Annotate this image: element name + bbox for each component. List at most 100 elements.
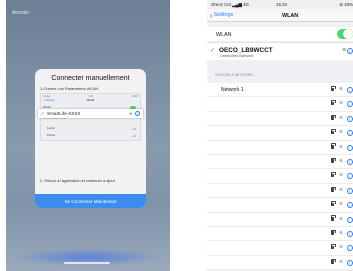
- battery-percent: 43%: [344, 2, 353, 7]
- network-row[interactable]: ≋ i: [207, 141, 353, 155]
- screenshot-canvas: Annuler Connecter manuellement 1.Ouvrez …: [0, 0, 353, 271]
- wlan-toggle-row: WLAN: [207, 27, 353, 41]
- network-name: Network 1: [221, 87, 244, 93]
- lock-icon: [331, 100, 336, 106]
- preview-time: 9:41: [88, 95, 94, 98]
- status-carrier: Orenz Cel ▂▄▆ 4G: [211, 2, 249, 8]
- lock-icon: [331, 186, 336, 192]
- wifi-icon: ≋: [339, 172, 343, 178]
- signal-icon: ▂▄▆: [232, 2, 242, 7]
- wlan-toggle[interactable]: [337, 29, 353, 39]
- instruction-step-1: 1.Ouvrez Les Paramètres WLAN: [40, 86, 99, 91]
- left-phone-screen: Annuler Connecter manuellement 1.Ouvrez …: [6, 0, 170, 271]
- highlighted-network-name: SmartLife-XXXX: [47, 111, 81, 116]
- network-list: Network 1 ≋ i ≋ i ≋ i ≋ i ≋ i ≋ i ≋ i ≋ i ≋ i ≋ i ≋ i ≋ i ≋ i: [207, 83, 353, 271]
- wifi-icon: ≋: [339, 129, 343, 135]
- lock-icon: [331, 215, 336, 221]
- network-row[interactable]: ≋ i: [207, 184, 353, 199]
- highlighted-network-row: ✓ SmartLife-XXXX ≋ i: [38, 109, 143, 118]
- preview-status-bar: Carrier 9:41 100%: [43, 95, 138, 98]
- toggle-knob: [343, 29, 353, 39]
- info-icon[interactable]: i: [347, 202, 353, 209]
- back-label: Settings: [213, 12, 234, 18]
- wifi-icon: ≋: [339, 215, 343, 221]
- status-bar: Orenz Cel ▂▄▆ 4G 15:34 ⊚ 43%: [207, 0, 353, 8]
- wifi-icon: ≋: [341, 48, 346, 53]
- wifi-icon: ≋: [339, 201, 343, 207]
- back-to-settings-button[interactable]: ‹ Settings: [210, 10, 234, 20]
- wifi-icon: ≋: [339, 114, 343, 120]
- preview-title: WLAN: [86, 99, 95, 102]
- wifi-icon: ≋: [339, 86, 343, 91]
- info-icon[interactable]: i: [347, 230, 353, 237]
- info-icon[interactable]: i: [347, 130, 353, 137]
- wifi-icon: ≋: [339, 229, 343, 235]
- carrier-name: Orenz Cel: [211, 2, 231, 7]
- network-type: 4G: [243, 2, 249, 7]
- preview-choose-header: CHOOSE A NETWORK...: [43, 118, 68, 120]
- instruction-step-2: 2. Retour à l'application et continuer à…: [40, 178, 115, 183]
- info-icon[interactable]: i: [347, 115, 353, 122]
- lock-icon: [331, 172, 336, 178]
- info-icon[interactable]: i: [347, 101, 353, 108]
- lock-icon: [331, 158, 336, 163]
- connect-now-button[interactable]: Se Connecter Maintenant: [35, 194, 146, 208]
- page-title: WLAN: [282, 12, 299, 19]
- home-indicator[interactable]: [64, 262, 110, 264]
- preview-network-a: Family: [47, 127, 55, 130]
- lock-icon: [331, 244, 336, 250]
- lock-icon: [331, 114, 336, 120]
- chevron-left-icon: ‹: [210, 10, 213, 20]
- status-time: 15:34: [276, 2, 287, 7]
- connected-network-row[interactable]: ✓ OECO_LB9WCCT Unsecured Network ≋ i: [207, 42, 353, 60]
- wifi-icon: ≋: [339, 258, 343, 264]
- status-battery: ⊚ 43%: [339, 2, 353, 8]
- info-icon[interactable]: i: [347, 48, 353, 54]
- wifi-icon: ≋: [339, 186, 343, 192]
- network-row[interactable]: ≋ i: [207, 213, 353, 227]
- network-row[interactable]: ≋ i: [207, 227, 353, 242]
- lock-icon: [331, 230, 336, 235]
- preview-carrier: Carrier: [43, 95, 51, 98]
- network-row[interactable]: ≋ i: [207, 112, 353, 127]
- connected-network-status: Unsecured Network: [220, 54, 254, 58]
- preview-network-b: Partner: [47, 134, 56, 137]
- network-row[interactable]: ≋ i: [207, 126, 353, 141]
- preview-battery: 100%: [131, 95, 138, 98]
- wifi-icon: ≋: [339, 244, 343, 250]
- wlan-label: WLAN: [216, 31, 232, 38]
- navigation-bar: ‹ Settings WLAN: [207, 9, 353, 22]
- preview-nav: < Settings WLAN: [43, 99, 138, 103]
- info-icon[interactable]: i: [347, 216, 353, 223]
- right-phone-screen: Orenz Cel ▂▄▆ 4G 15:34 ⊚ 43% ‹ Settings …: [207, 0, 353, 271]
- lock-icon: [331, 201, 336, 207]
- network-row[interactable]: ≋ i: [207, 97, 353, 112]
- cancel-button[interactable]: Annuler: [12, 10, 29, 16]
- network-row[interactable]: ≋ i: [207, 256, 353, 271]
- info-icon[interactable]: i: [347, 173, 353, 180]
- connected-network-name: OECO_LB9WCCT: [219, 46, 273, 54]
- checkmark-icon: ✓: [40, 110, 45, 117]
- lock-icon: [331, 86, 336, 91]
- info-icon[interactable]: i: [347, 158, 353, 165]
- lock-icon: [331, 143, 336, 149]
- preview-network-b-icons: ▪ ≋: [131, 134, 136, 138]
- choose-network-header: CHOOSE A NETWORK...: [215, 73, 256, 77]
- network-row[interactable]: ≋ i: [207, 155, 353, 170]
- info-icon: i: [135, 111, 140, 116]
- checkmark-icon: ✓: [210, 48, 216, 54]
- manual-connect-dialog: Connecter manuellement 1.Ouvrez Les Para…: [35, 69, 146, 208]
- network-row[interactable]: ≋ i: [207, 169, 353, 184]
- preview-network-a-icons: ▪ ≋: [131, 127, 136, 131]
- info-icon[interactable]: i: [347, 187, 353, 194]
- info-icon[interactable]: i: [347, 259, 353, 266]
- info-icon[interactable]: i: [347, 245, 353, 252]
- network-row[interactable]: ≋ i: [207, 198, 353, 213]
- info-icon[interactable]: i: [347, 87, 353, 93]
- wifi-icon: ≋: [339, 157, 343, 163]
- network-row[interactable]: ≋ i: [207, 241, 353, 256]
- info-icon[interactable]: i: [347, 144, 353, 151]
- lock-icon: [331, 258, 336, 264]
- wifi-icon: ≋: [339, 100, 343, 106]
- network-row[interactable]: Network 1 ≋ i: [207, 83, 353, 98]
